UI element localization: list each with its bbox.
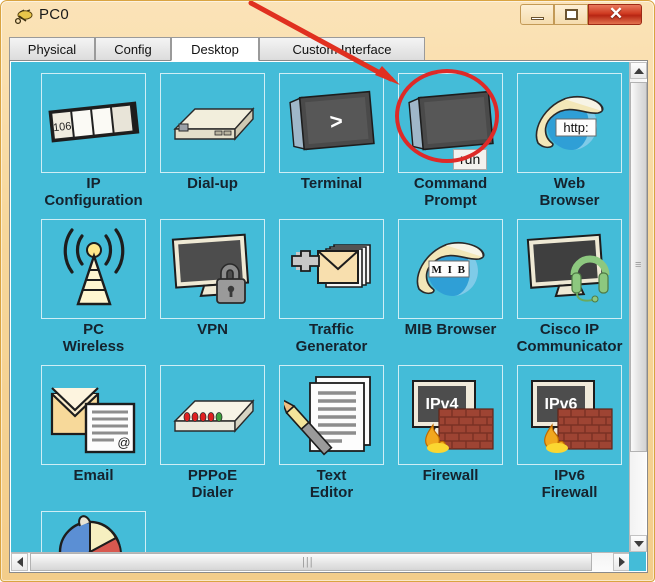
tab-desktop[interactable]: Desktop	[171, 37, 259, 61]
text-editor-icon	[279, 365, 384, 465]
desktop-item-label: Traffic Generator	[295, 321, 368, 355]
ipv6-firewall-icon: IPv6	[517, 365, 622, 465]
ipv4-firewall-icon: IPv4	[398, 365, 503, 465]
minimize-icon	[531, 17, 544, 20]
desktop-item-label: Text Editor	[309, 467, 354, 501]
minimize-button[interactable]	[520, 4, 554, 25]
maximize-icon	[565, 9, 578, 20]
email-icon: @	[41, 365, 146, 465]
horizontal-scrollbar[interactable]: |||	[11, 552, 630, 571]
desktop-item-label: PC Wireless	[62, 321, 125, 355]
ip-configuration-icon: 106	[41, 73, 146, 173]
vpn-lock-icon	[160, 219, 265, 319]
svg-text:http:: http:	[563, 120, 588, 135]
desktop-panel: 106 IP Configuration Dial-up > Terminal …	[9, 60, 648, 573]
maximize-button[interactable]	[554, 4, 588, 25]
scroll-up-arrow-icon	[633, 67, 644, 74]
tab-config[interactable]: Config	[95, 37, 171, 61]
cisco-ip-communicator-icon	[517, 219, 622, 319]
router-device-icon	[14, 8, 34, 26]
svg-text:106: 106	[52, 120, 72, 134]
pc0-window: PC0 ✕ Physical Config Desktop Custom Int…	[0, 0, 655, 582]
desktop-item-label: Command Prompt	[413, 175, 488, 209]
scroll-right-button[interactable]	[613, 553, 630, 571]
desktop-item-label: VPN	[197, 321, 228, 338]
pc-wireless-antenna-icon	[41, 219, 146, 319]
dial-up-modem-icon	[160, 73, 265, 173]
desktop-item-label: MIB Browser	[404, 321, 497, 338]
desktop-item-label: Firewall	[422, 467, 479, 484]
desktop-item-label: IPv6 Firewall	[541, 467, 598, 501]
scroll-left-button[interactable]	[11, 553, 28, 571]
desktop-item-label: Dial-up	[187, 175, 238, 192]
window-title: PC0	[39, 6, 70, 23]
traffic-generator-icon	[279, 219, 384, 319]
svg-text:>: >	[328, 108, 343, 134]
scroll-right-arrow-icon	[618, 557, 625, 567]
terminal-icon: >	[279, 73, 384, 173]
tab-custom-interface[interactable]: Custom Interface	[259, 37, 425, 61]
vertical-scrollbar[interactable]: ≡	[629, 62, 647, 552]
desktop-item-label: Terminal	[300, 175, 363, 192]
scroll-grip-icon: |||	[302, 556, 314, 568]
tab-bar: Physical Config Desktop Custom Interface	[9, 37, 648, 61]
command-prompt-icon	[398, 73, 503, 173]
scroll-up-button[interactable]	[630, 62, 647, 79]
close-icon: ✕	[608, 4, 624, 23]
desktop-icon-canvas: 106 IP Configuration Dial-up > Terminal …	[11, 62, 630, 552]
svg-text:@: @	[117, 435, 130, 450]
svg-text:M I B: M I B	[431, 264, 466, 276]
scroll-grip-icon: ≡	[635, 259, 643, 271]
tab-physical[interactable]: Physical	[9, 37, 95, 61]
web-browser-icon: http:	[517, 73, 622, 173]
pie-chart-report-icon	[41, 511, 146, 552]
mib-browser-icon: M I B	[398, 219, 503, 319]
desktop-item-label: Email	[73, 467, 114, 484]
desktop-item-label: PPPoE Dialer	[187, 467, 238, 501]
scrollbar-corner	[629, 552, 646, 571]
scroll-left-arrow-icon	[16, 557, 23, 567]
run-tooltip: run	[453, 149, 488, 170]
horizontal-scroll-thumb[interactable]: |||	[30, 553, 592, 571]
vertical-scroll-thumb[interactable]: ≡	[630, 82, 647, 452]
scroll-down-arrow-icon	[633, 540, 644, 547]
pppoe-dialer-icon	[160, 365, 265, 465]
desktop-item-label: Web Browser	[539, 175, 600, 209]
desktop-item-label: Cisco IP Communicator	[516, 321, 623, 355]
close-button[interactable]: ✕	[588, 4, 642, 25]
title-bar[interactable]: PC0 ✕	[1, 1, 654, 33]
desktop-item-label: IP Configuration	[44, 175, 143, 209]
scroll-down-button[interactable]	[630, 535, 647, 552]
